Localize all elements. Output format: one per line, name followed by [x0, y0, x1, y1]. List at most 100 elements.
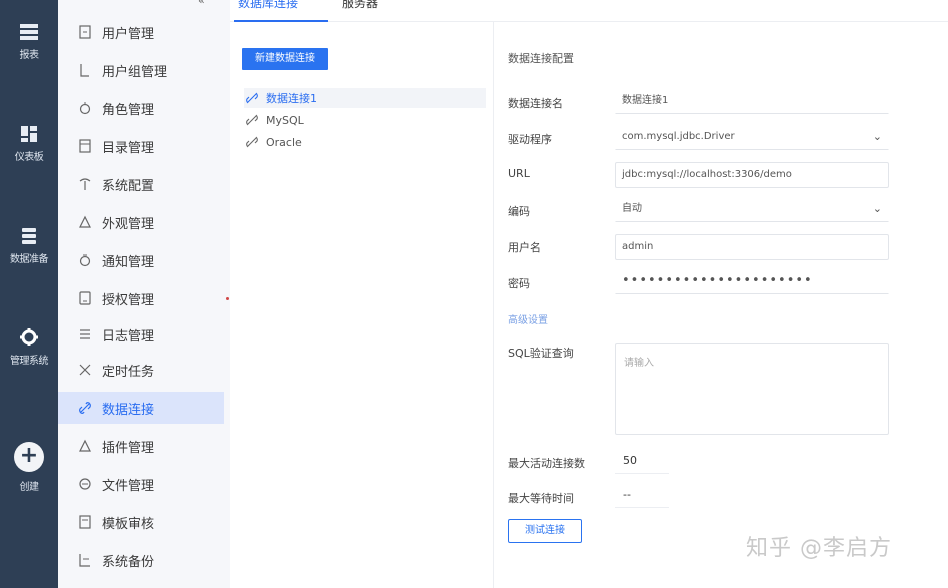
rail-item-dashboard[interactable]: 仪表板 — [0, 126, 58, 163]
chevron-down-icon: ⌄ — [872, 202, 882, 215]
license-icon — [79, 291, 91, 305]
password-label: 密码 — [508, 277, 530, 290]
rail-item-label: 创建 — [19, 482, 40, 493]
max-wait-label: 最大等待时间 — [508, 492, 574, 505]
advanced-settings-link[interactable]: 高级设置 — [508, 311, 548, 326]
bell-icon — [79, 254, 91, 267]
nav-item-label: 系统配置 — [102, 178, 155, 194]
nav-item-label: 角色管理 — [102, 102, 155, 118]
indicator-dot — [226, 297, 229, 300]
nav-item-scheduler[interactable]: 定时任务 — [58, 354, 224, 386]
review-icon — [79, 515, 91, 529]
nav-item-user-groups[interactable]: 用户组管理 — [58, 54, 224, 86]
dashboard-icon — [21, 126, 37, 142]
nav-item-review[interactable]: 模板审核 — [58, 506, 224, 538]
nav-item-label: 外观管理 — [102, 216, 155, 232]
password-field[interactable]: •••••••••••••••••••••• — [615, 268, 889, 294]
nav-item-label: 文件管理 — [102, 478, 155, 494]
folder-icon — [79, 139, 91, 153]
name-label: 数据连接名 — [508, 97, 563, 110]
nav-item-license[interactable]: 授权管理 — [58, 282, 224, 314]
rail-item-create[interactable]: + 创建 — [0, 442, 58, 493]
nav-item-directory[interactable]: 目录管理 — [58, 130, 224, 162]
nav-item-label: 通知管理 — [102, 254, 155, 270]
tab-server[interactable]: 服务器 — [338, 0, 382, 22]
user-icon — [79, 25, 91, 39]
rail-item-reports[interactable]: 报表 — [0, 24, 58, 61]
nav-item-label: 授权管理 — [102, 292, 155, 308]
nav-item-data-connection[interactable]: 数据连接 — [58, 392, 224, 424]
url-label: URL — [508, 167, 530, 180]
max-wait-field[interactable]: -- — [615, 482, 669, 508]
rail-item-system[interactable]: 管理系统 — [0, 328, 58, 367]
encoding-value: 自动 — [622, 203, 642, 214]
url-field[interactable]: jdbc:mysql://localhost:3306/demo — [615, 162, 889, 188]
nav-item-label: 目录管理 — [102, 140, 155, 156]
driver-select[interactable]: com.mysql.jdbc.Driver ⌄ — [615, 124, 889, 150]
role-icon — [79, 102, 91, 115]
gear-icon — [20, 328, 38, 346]
nav-item-appearance[interactable]: 外观管理 — [58, 206, 224, 238]
link-icon — [79, 402, 91, 414]
admin-nav: 用户管理 用户组管理 角色管理 目录管理 系统配置 外观管理 通知管理 授权管理… — [58, 0, 230, 588]
link-icon — [246, 136, 258, 148]
driver-label: 驱动程序 — [508, 133, 552, 146]
connection-label: MySQL — [266, 113, 304, 127]
log-icon — [80, 329, 90, 339]
username-field[interactable]: admin — [615, 234, 889, 260]
nav-item-logs[interactable]: 日志管理 — [58, 318, 224, 350]
nav-item-label: 插件管理 — [102, 440, 155, 456]
rail-item-label: 仪表板 — [14, 152, 44, 163]
link-icon — [246, 114, 258, 126]
rail-item-label: 报表 — [19, 50, 40, 61]
watermark: 知乎 @李启方 — [746, 536, 892, 561]
link-icon — [246, 92, 258, 104]
schedule-icon — [79, 364, 91, 376]
test-connection-button[interactable]: 测试连接 — [508, 519, 582, 543]
nav-item-backup[interactable]: 系统备份 — [58, 544, 224, 576]
tab-database-connection[interactable]: 数据库连接 — [234, 0, 328, 22]
nav-item-label: 用户组管理 — [102, 64, 168, 80]
chevron-left-icon[interactable]: « — [198, 0, 205, 7]
main-content: 数据库连接 服务器 新建数据连接 数据连接1 MySQL Oracle 数据连接… — [230, 0, 948, 588]
config-icon — [79, 178, 91, 190]
connection-list-panel: 新建数据连接 数据连接1 MySQL Oracle — [230, 22, 494, 588]
nav-item-config[interactable]: 系统配置 — [58, 168, 224, 200]
plus-icon: + — [14, 442, 44, 472]
nav-item-label: 用户管理 — [102, 26, 155, 42]
chevron-down-icon: ⌄ — [872, 130, 882, 143]
nav-item-label: 定时任务 — [102, 364, 155, 380]
sql-label: SQL验证查询 — [508, 347, 574, 360]
connection-item[interactable]: MySQL — [244, 110, 486, 130]
appearance-icon — [79, 215, 91, 228]
connection-name-field[interactable]: 数据连接1 — [615, 88, 889, 114]
list-icon — [20, 24, 38, 40]
nav-item-roles[interactable]: 角色管理 — [58, 92, 224, 124]
connection-item[interactable]: 数据连接1 — [244, 88, 486, 108]
encoding-select[interactable]: 自动 ⌄ — [615, 196, 889, 222]
sql-query-textarea[interactable]: 请输入 — [615, 343, 889, 435]
nav-item-users[interactable]: 用户管理 — [58, 16, 224, 48]
nav-item-label: 模板审核 — [102, 516, 155, 532]
username-label: 用户名 — [508, 241, 541, 254]
form-title: 数据连接配置 — [508, 52, 574, 65]
max-active-field[interactable]: 50 — [615, 448, 669, 474]
nav-item-files[interactable]: 文件管理 — [58, 468, 224, 500]
nav-item-plugins[interactable]: 插件管理 — [58, 430, 224, 462]
max-active-label: 最大活动连接数 — [508, 457, 585, 470]
nav-item-notify[interactable]: 通知管理 — [58, 244, 224, 276]
connection-label: Oracle — [266, 135, 302, 149]
nav-item-label: 系统备份 — [102, 554, 155, 570]
new-connection-button[interactable]: 新建数据连接 — [242, 48, 328, 70]
connection-item[interactable]: Oracle — [244, 132, 486, 152]
file-icon — [79, 478, 91, 490]
app-rail: 报表 仪表板 数据准备 管理系统 + 创建 — [0, 0, 58, 588]
tab-bar: 数据库连接 服务器 — [230, 0, 948, 22]
rail-item-data-prep[interactable]: 数据准备 — [0, 228, 58, 265]
plugin-icon — [79, 439, 91, 452]
connection-form: 数据连接配置 数据连接名 数据连接1 驱动程序 com.mysql.jdbc.D… — [494, 22, 948, 588]
connection-label: 数据连接1 — [266, 92, 317, 105]
nav-item-label: 数据连接 — [102, 402, 155, 418]
rail-item-label: 管理系统 — [10, 356, 49, 367]
encoding-label: 编码 — [508, 205, 530, 218]
